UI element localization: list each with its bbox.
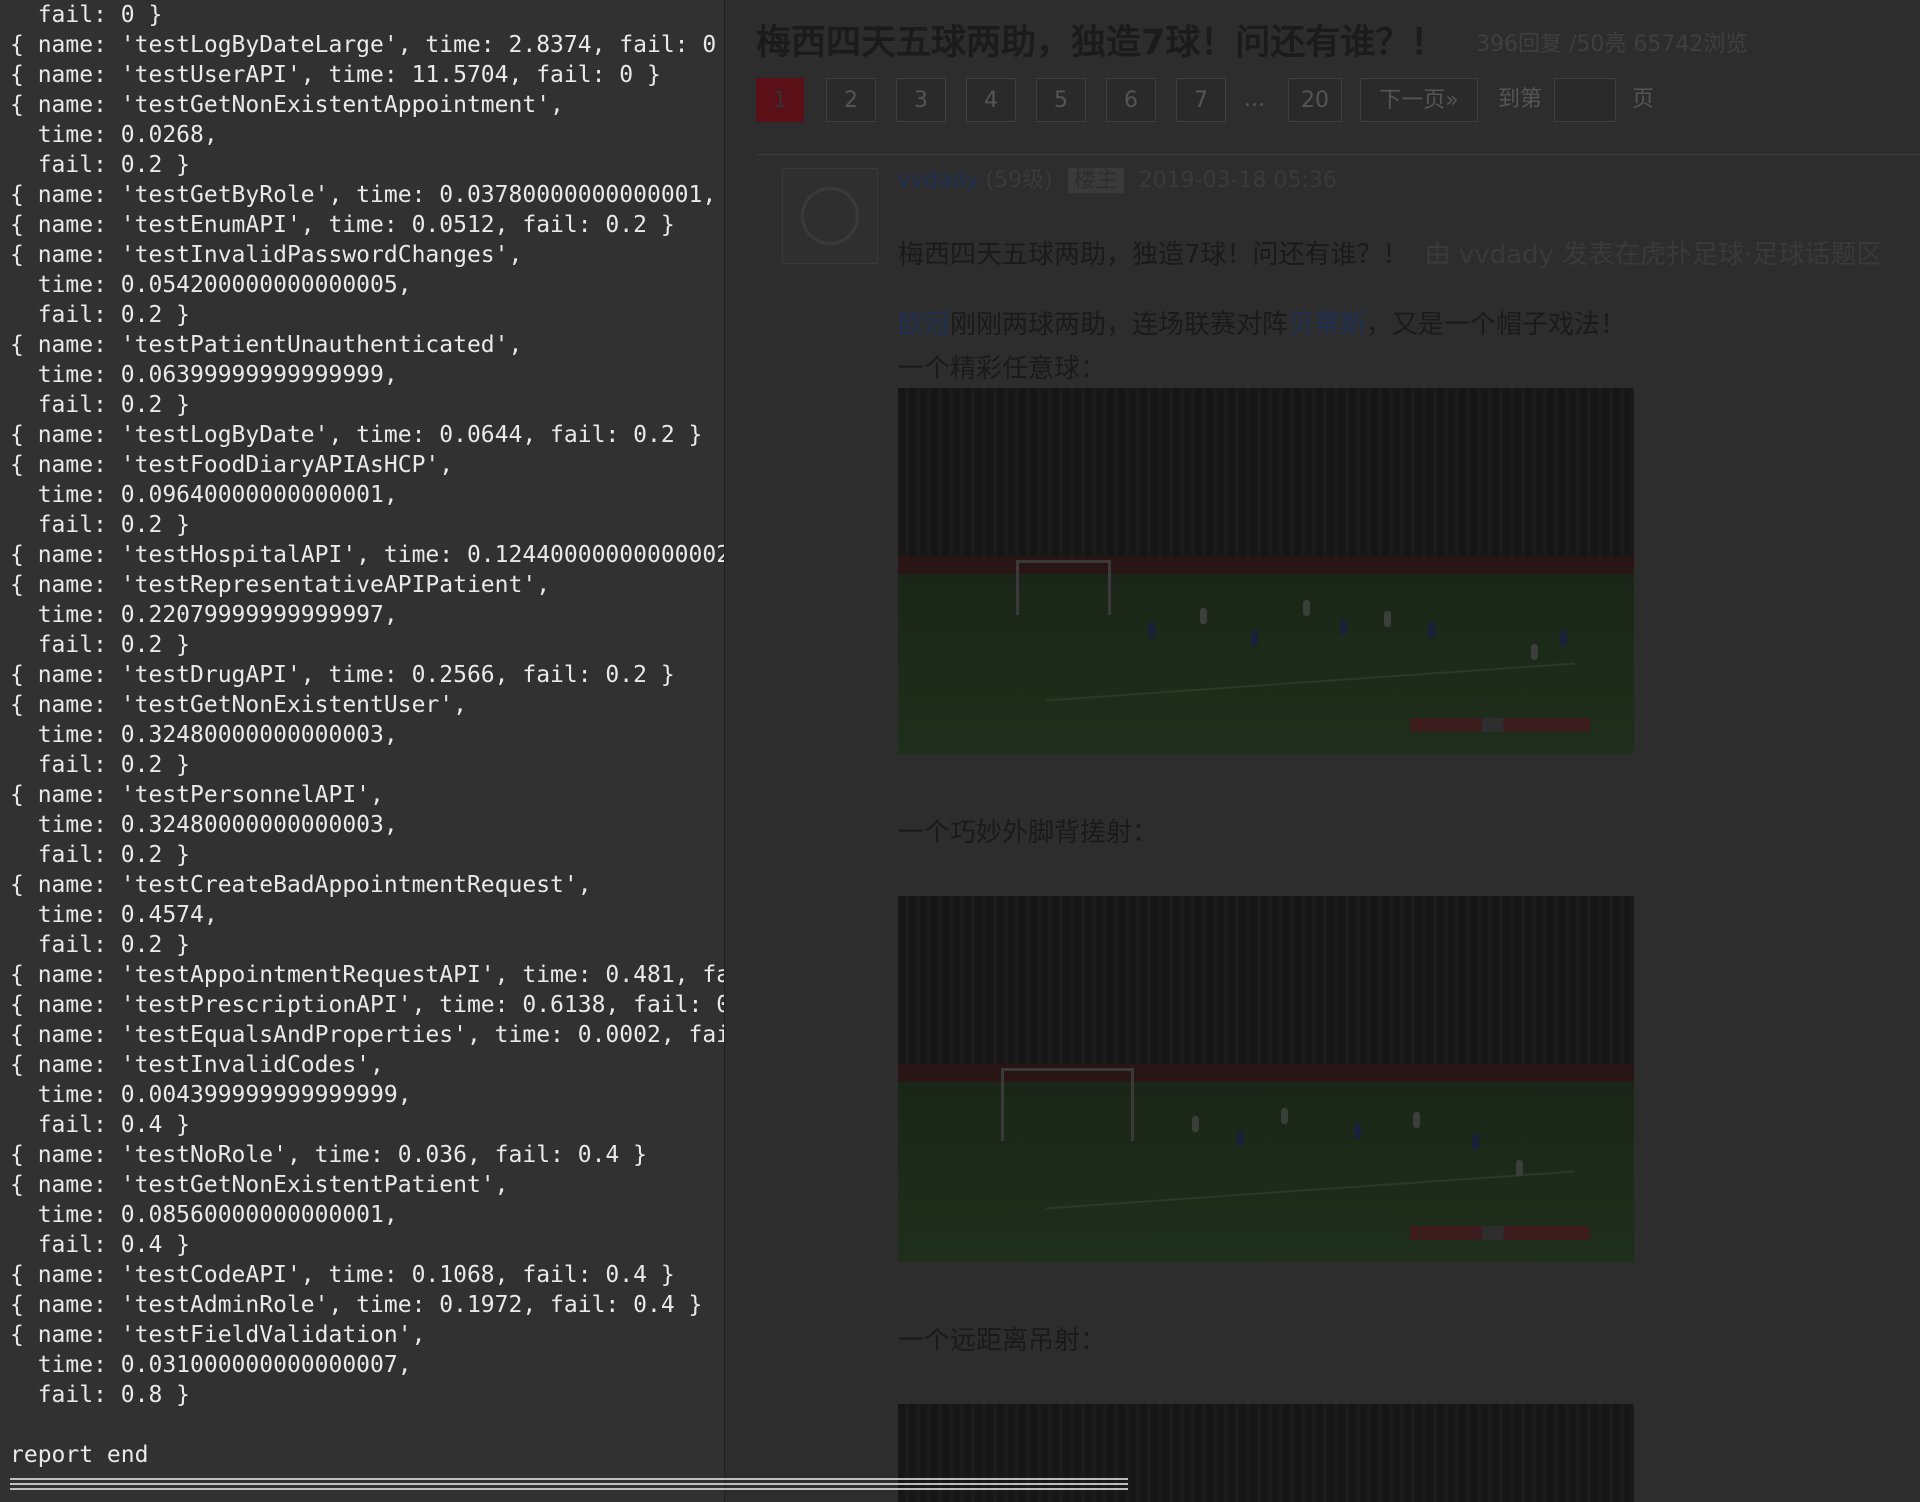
terminal-line: time: 0.4574, bbox=[10, 902, 218, 928]
page-button-5[interactable]: 5 bbox=[1036, 78, 1086, 122]
terminal-line: fail: 0.8 } bbox=[10, 1382, 191, 1408]
terminal-line: { name: 'testGetByRole', time: 0.0378000… bbox=[10, 182, 717, 208]
video-frame-1[interactable] bbox=[898, 388, 1634, 754]
terminal-line: { name: 'testPrescriptionAPI', time: 0.6… bbox=[10, 992, 725, 1018]
caption-free-kick: 一个精彩任意球： bbox=[898, 354, 1107, 384]
page-button-6[interactable]: 6 bbox=[1106, 78, 1156, 122]
score-overlay bbox=[1409, 718, 1590, 733]
post-timestamp: 2019-03-18 05:36 bbox=[1138, 168, 1337, 193]
terminal-window[interactable]: fail: 0 } { name: 'testLogByDateLarge', t… bbox=[0, 0, 725, 1502]
body-text: 刚刚两球两助，连场联赛对阵 bbox=[950, 310, 1289, 340]
terminal-line: fail: 0.2 } bbox=[10, 392, 191, 418]
terminal-line: { name: 'testGetNonExistentPatient', bbox=[10, 1172, 509, 1198]
terminal-line: fail: 0.2 } bbox=[10, 152, 191, 178]
post-title: 梅西四天五球两助，独造7球！问还有谁？！ bbox=[756, 23, 1446, 63]
terminal-line: fail: 0.2 } bbox=[10, 632, 191, 658]
terminal-line: fail: 0.2 } bbox=[10, 932, 191, 958]
terminal-line: time: 0.0268, bbox=[10, 122, 218, 148]
page-button-2[interactable]: 2 bbox=[826, 78, 876, 122]
terminal-line: { name: 'testFoodDiaryAPIAsHCP', bbox=[10, 452, 454, 478]
terminal-line: { name: 'testGetNonExistentAppointment', bbox=[10, 92, 564, 118]
terminal-line: report end bbox=[10, 1442, 149, 1468]
terminal-line: time: 0.054200000000000005, bbox=[10, 272, 412, 298]
link-champions-league[interactable]: 欧冠 bbox=[898, 310, 950, 340]
caption-outside-foot: 一个巧妙外脚背搓射： bbox=[898, 818, 1159, 848]
terminal-line: { name: 'testInvalidCodes', bbox=[10, 1052, 384, 1078]
terminal-line: { name: 'testHospitalAPI', time: 0.12440… bbox=[10, 542, 725, 568]
terminal-line: time: 0.004399999999999999, bbox=[10, 1082, 412, 1108]
video-frame-2[interactable] bbox=[898, 896, 1634, 1262]
terminal-line: { name: 'testAppointmentRequestAPI', tim… bbox=[10, 962, 724, 988]
avatar[interactable] bbox=[782, 168, 878, 264]
page-button-4[interactable]: 4 bbox=[966, 78, 1016, 122]
terminal-line: { name: 'testEnumAPI', time: 0.0512, fai… bbox=[10, 212, 675, 238]
terminal-line: { name: 'testUserAPI', time: 11.5704, fa… bbox=[10, 62, 661, 88]
terminal-line: fail: 0.2 } bbox=[10, 842, 191, 868]
post-body-paragraph: 欧冠刚刚两球两助，连场联赛对阵贝蒂斯，又是一个帽子戏法！ bbox=[898, 304, 1626, 341]
terminal-line: { name: 'testNoRole', time: 0.036, fail:… bbox=[10, 1142, 647, 1168]
terminal-line: { name: 'testAdminRole', time: 0.1972, f… bbox=[10, 1292, 703, 1318]
forum-post-page: 梅西四天五球两助，独造7球！问还有谁？！ 396回复 /50亮 65742浏览 … bbox=[724, 0, 1920, 1502]
post-stats: 396回复 /50亮 65742浏览 bbox=[1476, 32, 1748, 57]
terminal-line: time: 0.09640000000000001, bbox=[10, 482, 398, 508]
terminal-line: { name: 'testDrugAPI', time: 0.2566, fai… bbox=[10, 662, 675, 688]
terminal-line: { name: 'testLogByDateLarge', time: 2.83… bbox=[10, 32, 725, 58]
terminal-line: { name: 'testEqualsAndProperties', time:… bbox=[10, 1022, 724, 1048]
terminal-line: time: 0.031000000000000007, bbox=[10, 1352, 412, 1378]
goto-label: 到第 bbox=[1498, 87, 1543, 112]
page-button-1[interactable]: 1 bbox=[756, 78, 804, 122]
terminal-line: fail: 0.2 } bbox=[10, 752, 191, 778]
next-page-button[interactable]: 下一页» bbox=[1360, 78, 1478, 122]
terminal-line: { name: 'testLogByDate', time: 0.0644, f… bbox=[10, 422, 703, 448]
terminal-line: fail: 0.2 } bbox=[10, 512, 191, 538]
user-avatar-icon bbox=[801, 187, 859, 245]
terminal-line: { name: 'testPersonnelAPI', bbox=[10, 782, 384, 808]
terminal-line: time: 0.32480000000000003, bbox=[10, 722, 398, 748]
terminal-output: fail: 0 } { name: 'testLogByDateLarge', t… bbox=[10, 0, 725, 1470]
terminal-line: time: 0.22079999999999997, bbox=[10, 602, 398, 628]
caption-long-range-lob: 一个远距离吊射： bbox=[898, 1326, 1107, 1356]
pagination-ellipsis: ... bbox=[1244, 87, 1265, 112]
terminal-separator bbox=[10, 1478, 1128, 1492]
post-source: 由 vvdady 发表在虎扑足球·足球话题区 bbox=[1424, 240, 1883, 270]
terminal-line: fail: 0.4 } bbox=[10, 1232, 191, 1258]
author-line: vvdady (59级) 楼主 2019-03-18 05:36 bbox=[898, 162, 1337, 194]
author-level: (59级) bbox=[985, 168, 1053, 193]
terminal-line: { name: 'testRepresentativeAPIPatient', bbox=[10, 572, 551, 598]
terminal-line: { name: 'testPatientUnauthenticated', bbox=[10, 332, 523, 358]
terminal-line: time: 0.32480000000000003, bbox=[10, 812, 398, 838]
terminal-line: fail: 0 } bbox=[10, 2, 163, 28]
terminal-line: fail: 0.4 } bbox=[10, 1112, 191, 1138]
goal-net bbox=[1015, 560, 1112, 615]
terminal-line: { name: 'testCreateBadAppointmentRequest… bbox=[10, 872, 592, 898]
terminal-line: time: 0.06399999999999999, bbox=[10, 362, 398, 388]
page-button-last[interactable]: 20 bbox=[1288, 78, 1342, 122]
author-badge: 楼主 bbox=[1067, 168, 1124, 193]
terminal-line: time: 0.08560000000000001, bbox=[10, 1202, 398, 1228]
post-subtitle: 梅西四天五球两助，独造7球！问还有谁？！ 由 vvdady 发表在虎扑足球·足球话… bbox=[898, 234, 1882, 271]
page-unit-label: 页 bbox=[1632, 87, 1655, 112]
post-subtitle-text: 梅西四天五球两助，独造7球！问还有谁？！ bbox=[898, 240, 1409, 270]
page-button-3[interactable]: 3 bbox=[896, 78, 946, 122]
terminal-line: { name: 'testFieldValidation', bbox=[10, 1322, 426, 1348]
goal-net bbox=[1001, 1068, 1134, 1142]
terminal-line: { name: 'testCodeAPI', time: 0.1068, fai… bbox=[10, 1262, 675, 1288]
terminal-line: { name: 'testInvalidPasswordChanges', bbox=[10, 242, 523, 268]
goto-page-input[interactable] bbox=[1554, 78, 1616, 122]
link-betis[interactable]: 贝蒂斯 bbox=[1288, 310, 1366, 340]
body-text: ，又是一个帽子戏法！ bbox=[1366, 310, 1627, 340]
terminal-line: { name: 'testGetNonExistentUser', bbox=[10, 692, 467, 718]
page-button-7[interactable]: 7 bbox=[1176, 78, 1226, 122]
terminal-line: fail: 0.2 } bbox=[10, 302, 191, 328]
author-name-link[interactable]: vvdady bbox=[898, 168, 978, 193]
score-overlay bbox=[1409, 1226, 1590, 1241]
post-divider bbox=[756, 154, 1920, 155]
